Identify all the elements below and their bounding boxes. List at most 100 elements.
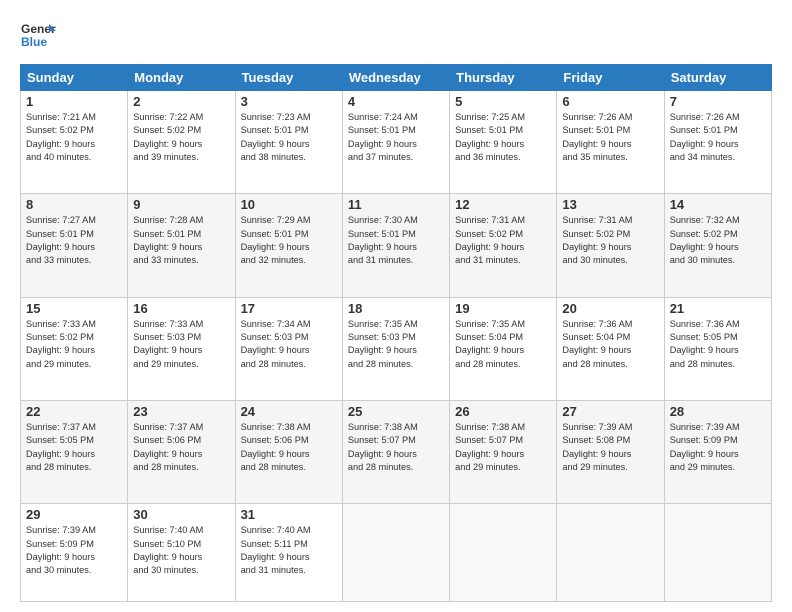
cell-info: Sunrise: 7:37 AMSunset: 5:05 PMDaylight:…	[26, 421, 122, 474]
cell-info: Sunrise: 7:40 AMSunset: 5:10 PMDaylight:…	[133, 524, 229, 577]
calendar-cell: 2Sunrise: 7:22 AMSunset: 5:02 PMDaylight…	[128, 91, 235, 194]
col-header-wednesday: Wednesday	[342, 65, 449, 91]
cell-info: Sunrise: 7:26 AMSunset: 5:01 PMDaylight:…	[670, 111, 766, 164]
cell-info: Sunrise: 7:27 AMSunset: 5:01 PMDaylight:…	[26, 214, 122, 267]
calendar-cell: 9 Sunrise: 7:28 AMSunset: 5:01 PMDaylight…	[128, 194, 235, 297]
calendar-cell: 14 Sunrise: 7:32 AMSunset: 5:02 PMDayligh…	[664, 194, 771, 297]
calendar-cell: 24 Sunrise: 7:38 AMSunset: 5:06 PMDayligh…	[235, 401, 342, 504]
calendar-cell: 25 Sunrise: 7:38 AMSunset: 5:07 PMDayligh…	[342, 401, 449, 504]
cell-info: Sunrise: 7:36 AMSunset: 5:05 PMDaylight:…	[670, 318, 766, 371]
calendar-cell: 6 Sunrise: 7:26 AMSunset: 5:01 PMDaylight…	[557, 91, 664, 194]
day-number: 18	[348, 301, 444, 316]
calendar-cell: 1 Sunrise: 7:21 AMSunset: 5:02 PMDaylight…	[21, 91, 128, 194]
day-number: 6	[562, 94, 658, 109]
cell-info: Sunrise: 7:38 AMSunset: 5:06 PMDaylight:…	[241, 421, 337, 474]
day-number: 16	[133, 301, 229, 316]
cell-info: Sunrise: 7:28 AMSunset: 5:01 PMDaylight:…	[133, 214, 229, 267]
calendar-cell: 5Sunrise: 7:25 AMSunset: 5:01 PMDaylight…	[450, 91, 557, 194]
day-number: 24	[241, 404, 337, 419]
cell-info: Sunrise: 7:33 AMSunset: 5:03 PMDaylight:…	[133, 318, 229, 371]
day-number: 27	[562, 404, 658, 419]
day-number: 25	[348, 404, 444, 419]
day-number: 7	[670, 94, 766, 109]
col-header-tuesday: Tuesday	[235, 65, 342, 91]
col-header-thursday: Thursday	[450, 65, 557, 91]
cell-info: Sunrise: 7:35 AMSunset: 5:03 PMDaylight:…	[348, 318, 444, 371]
calendar-cell: 27 Sunrise: 7:39 AMSunset: 5:08 PMDayligh…	[557, 401, 664, 504]
calendar-cell: 20Sunrise: 7:36 AMSunset: 5:04 PMDayligh…	[557, 297, 664, 400]
logo: General Blue	[20, 18, 56, 54]
cell-info: Sunrise: 7:21 AMSunset: 5:02 PMDaylight:…	[26, 111, 122, 164]
calendar-cell: 16 Sunrise: 7:33 AMSunset: 5:03 PMDayligh…	[128, 297, 235, 400]
calendar-table: SundayMondayTuesdayWednesdayThursdayFrid…	[20, 64, 772, 602]
calendar-cell: 12 Sunrise: 7:31 AMSunset: 5:02 PMDayligh…	[450, 194, 557, 297]
calendar-cell	[557, 504, 664, 602]
page: General Blue SundayMondayTuesdayWednesda…	[0, 0, 792, 612]
cell-info: Sunrise: 7:24 AMSunset: 5:01 PMDaylight:…	[348, 111, 444, 164]
day-number: 9	[133, 197, 229, 212]
day-number: 2	[133, 94, 229, 109]
cell-info: Sunrise: 7:26 AMSunset: 5:01 PMDaylight:…	[562, 111, 658, 164]
day-number: 13	[562, 197, 658, 212]
day-number: 11	[348, 197, 444, 212]
calendar-header-row: SundayMondayTuesdayWednesdayThursdayFrid…	[21, 65, 772, 91]
calendar-cell: 4 Sunrise: 7:24 AMSunset: 5:01 PMDaylight…	[342, 91, 449, 194]
svg-text:Blue: Blue	[21, 35, 47, 49]
day-number: 23	[133, 404, 229, 419]
calendar-cell: 13 Sunrise: 7:31 AMSunset: 5:02 PMDayligh…	[557, 194, 664, 297]
cell-info: Sunrise: 7:39 AMSunset: 5:09 PMDaylight:…	[26, 524, 122, 577]
day-number: 29	[26, 507, 122, 522]
day-number: 30	[133, 507, 229, 522]
col-header-sunday: Sunday	[21, 65, 128, 91]
day-number: 1	[26, 94, 122, 109]
calendar-cell: 23 Sunrise: 7:37 AMSunset: 5:06 PMDayligh…	[128, 401, 235, 504]
calendar-cell: 18 Sunrise: 7:35 AMSunset: 5:03 PMDayligh…	[342, 297, 449, 400]
calendar-cell: 29 Sunrise: 7:39 AMSunset: 5:09 PMDayligh…	[21, 504, 128, 602]
cell-info: Sunrise: 7:29 AMSunset: 5:01 PMDaylight:…	[241, 214, 337, 267]
day-number: 14	[670, 197, 766, 212]
calendar-cell: 15 Sunrise: 7:33 AMSunset: 5:02 PMDayligh…	[21, 297, 128, 400]
day-number: 4	[348, 94, 444, 109]
col-header-monday: Monday	[128, 65, 235, 91]
cell-info: Sunrise: 7:39 AMSunset: 5:09 PMDaylight:…	[670, 421, 766, 474]
cell-info: Sunrise: 7:31 AMSunset: 5:02 PMDaylight:…	[562, 214, 658, 267]
cell-info: Sunrise: 7:23 AMSunset: 5:01 PMDaylight:…	[241, 111, 337, 164]
cell-info: Sunrise: 7:25 AMSunset: 5:01 PMDaylight:…	[455, 111, 551, 164]
calendar-cell: 11 Sunrise: 7:30 AMSunset: 5:01 PMDayligh…	[342, 194, 449, 297]
day-number: 22	[26, 404, 122, 419]
calendar-cell: 3Sunrise: 7:23 AMSunset: 5:01 PMDaylight…	[235, 91, 342, 194]
col-header-friday: Friday	[557, 65, 664, 91]
cell-info: Sunrise: 7:39 AMSunset: 5:08 PMDaylight:…	[562, 421, 658, 474]
cell-info: Sunrise: 7:31 AMSunset: 5:02 PMDaylight:…	[455, 214, 551, 267]
day-number: 15	[26, 301, 122, 316]
cell-info: Sunrise: 7:32 AMSunset: 5:02 PMDaylight:…	[670, 214, 766, 267]
logo-svg: General Blue	[20, 18, 56, 54]
cell-info: Sunrise: 7:35 AMSunset: 5:04 PMDaylight:…	[455, 318, 551, 371]
day-number: 21	[670, 301, 766, 316]
calendar-cell: 8 Sunrise: 7:27 AMSunset: 5:01 PMDaylight…	[21, 194, 128, 297]
calendar-cell: 31 Sunrise: 7:40 AMSunset: 5:11 PMDayligh…	[235, 504, 342, 602]
cell-info: Sunrise: 7:38 AMSunset: 5:07 PMDaylight:…	[348, 421, 444, 474]
calendar-cell	[664, 504, 771, 602]
cell-info: Sunrise: 7:40 AMSunset: 5:11 PMDaylight:…	[241, 524, 337, 577]
day-number: 31	[241, 507, 337, 522]
day-number: 17	[241, 301, 337, 316]
calendar-cell: 17 Sunrise: 7:34 AMSunset: 5:03 PMDayligh…	[235, 297, 342, 400]
day-number: 8	[26, 197, 122, 212]
cell-info: Sunrise: 7:34 AMSunset: 5:03 PMDaylight:…	[241, 318, 337, 371]
calendar-cell: 26Sunrise: 7:38 AMSunset: 5:07 PMDayligh…	[450, 401, 557, 504]
calendar-cell: 30 Sunrise: 7:40 AMSunset: 5:10 PMDayligh…	[128, 504, 235, 602]
calendar-cell: 7 Sunrise: 7:26 AMSunset: 5:01 PMDaylight…	[664, 91, 771, 194]
cell-info: Sunrise: 7:30 AMSunset: 5:01 PMDaylight:…	[348, 214, 444, 267]
calendar-cell: 21 Sunrise: 7:36 AMSunset: 5:05 PMDayligh…	[664, 297, 771, 400]
day-number: 12	[455, 197, 551, 212]
calendar-cell	[342, 504, 449, 602]
day-number: 10	[241, 197, 337, 212]
day-number: 20	[562, 301, 658, 316]
header: General Blue	[20, 18, 772, 54]
calendar-cell	[450, 504, 557, 602]
cell-info: Sunrise: 7:37 AMSunset: 5:06 PMDaylight:…	[133, 421, 229, 474]
cell-info: Sunrise: 7:38 AMSunset: 5:07 PMDaylight:…	[455, 421, 551, 474]
col-header-saturday: Saturday	[664, 65, 771, 91]
cell-info: Sunrise: 7:33 AMSunset: 5:02 PMDaylight:…	[26, 318, 122, 371]
